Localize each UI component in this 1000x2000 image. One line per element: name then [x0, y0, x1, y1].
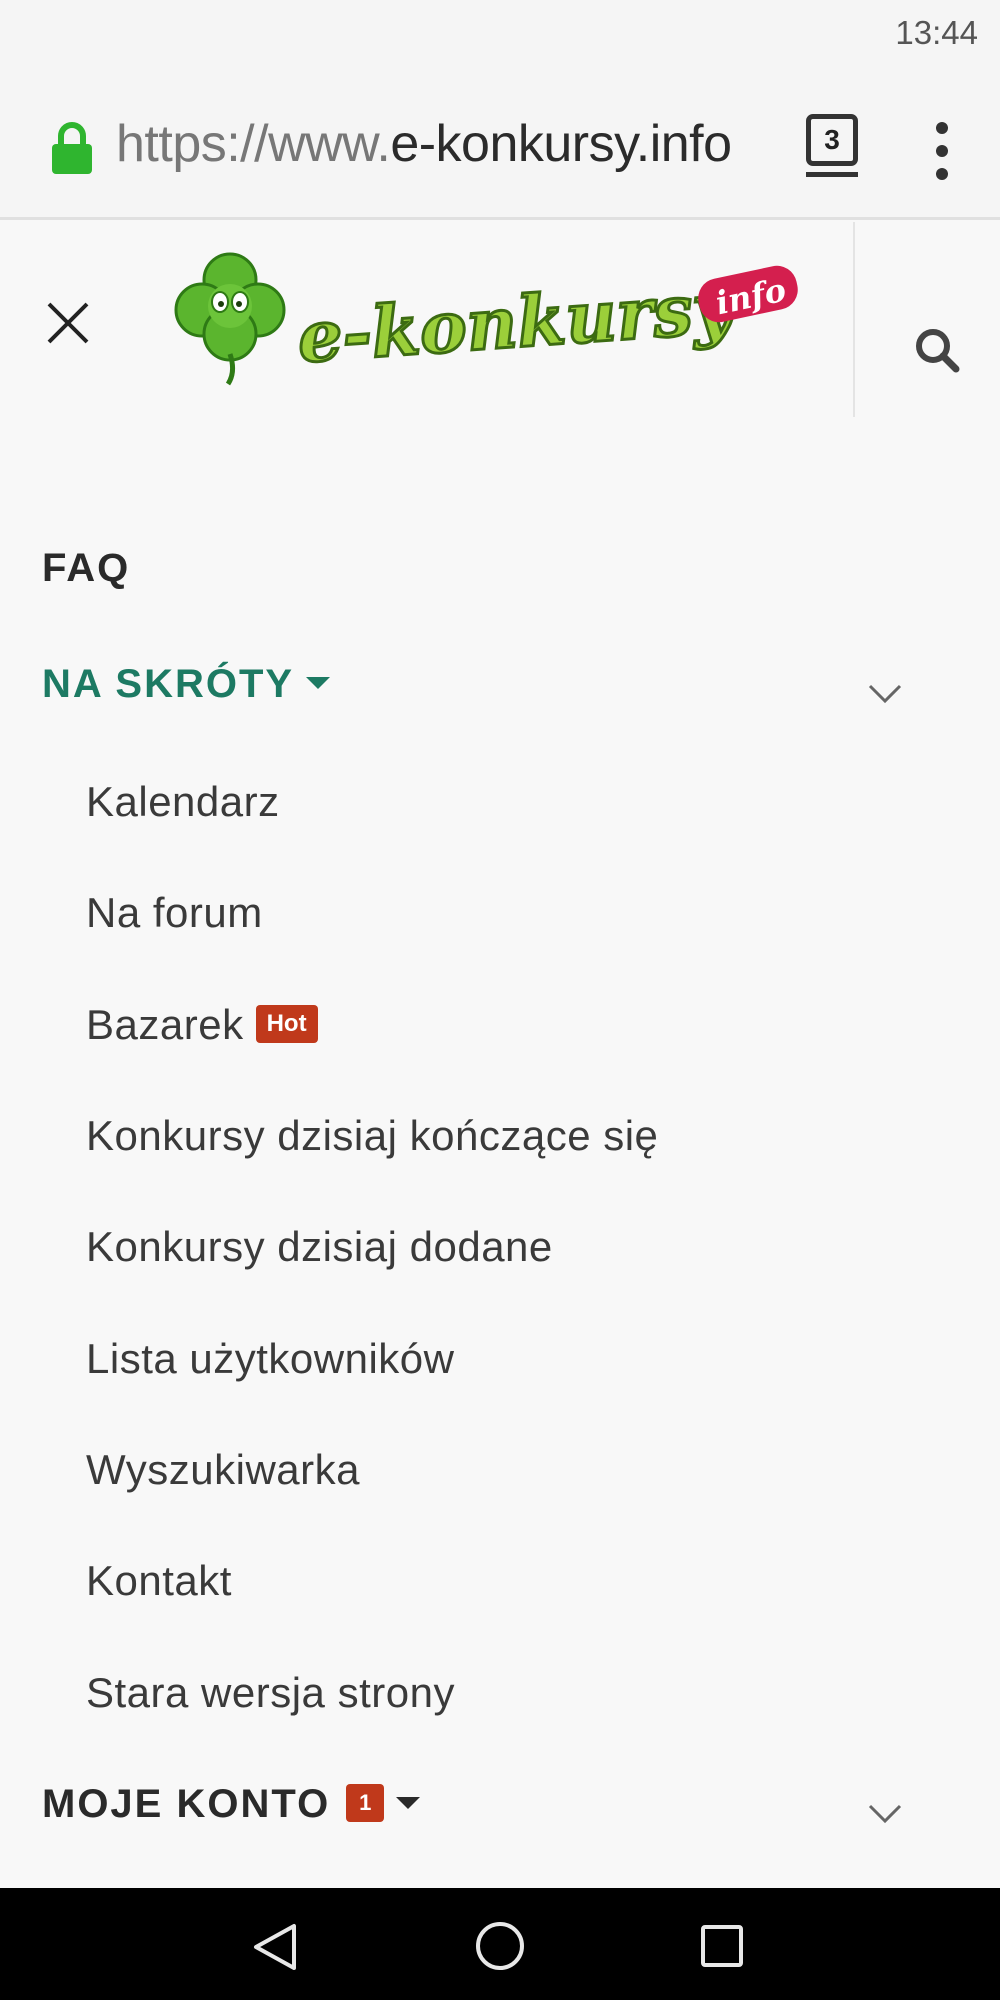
svg-text:e-konkursy: e-konkursy [295, 265, 740, 379]
submenu-item-stara-wersja[interactable]: Stara wersja strony [86, 1669, 455, 1717]
menu-item-na-skroty[interactable]: NA SKRÓTY [42, 662, 331, 707]
submenu-item-konkursy-konczace[interactable]: Konkursy dzisiaj kończące się [86, 1112, 658, 1160]
site-header: e-konkursy info [0, 222, 1000, 417]
overflow-menu-icon[interactable] [926, 120, 958, 182]
submenu-item-wyszukiwarka[interactable]: Wyszukiwarka [86, 1446, 360, 1494]
clover-icon [174, 252, 286, 386]
system-nav-bar [0, 1888, 1000, 2000]
submenu-item-lista-uzytkownikow[interactable]: Lista użytkowników [86, 1335, 454, 1383]
recents-icon[interactable] [700, 1924, 744, 1968]
menu-item-moje-konto[interactable]: MOJE KONTO 1 [42, 1782, 421, 1827]
header-divider [853, 222, 855, 417]
hot-badge: Hot [255, 1004, 318, 1043]
submenu-item-konkursy-dodane[interactable]: Konkursy dzisiaj dodane [86, 1223, 553, 1271]
submenu-item-label: Bazarek [86, 1001, 244, 1048]
tab-count: 3 [824, 124, 840, 155]
caret-down-icon [396, 1797, 421, 1810]
status-bar: 13:44 [0, 0, 1000, 70]
url-field[interactable]: https://www.e-konkursy.info [116, 114, 732, 174]
url-host: e-konkursy.info [390, 115, 732, 173]
submenu-item-bazarek[interactable]: Bazarek Hot [86, 1001, 318, 1049]
submenu-item-na-forum[interactable]: Na forum [86, 889, 263, 937]
menu-item-label: MOJE KONTO [42, 1782, 331, 1826]
close-icon[interactable] [45, 300, 91, 346]
status-time: 13:44 [895, 14, 978, 51]
back-icon[interactable] [252, 1922, 298, 1972]
site-logo[interactable]: e-konkursy info [170, 242, 820, 392]
home-icon[interactable] [474, 1920, 526, 1972]
tab-switcher-underline [806, 172, 858, 177]
chevron-down-icon[interactable] [866, 682, 904, 706]
submenu-item-kalendarz[interactable]: Kalendarz [86, 778, 280, 826]
notification-badge: 1 [346, 1784, 385, 1823]
search-icon[interactable] [914, 327, 960, 373]
tab-switcher-button[interactable]: 3 [806, 114, 858, 166]
chevron-down-icon[interactable] [866, 1802, 904, 1826]
submenu-item-kontakt[interactable]: Kontakt [86, 1557, 232, 1605]
menu-item-label: NA SKRÓTY [42, 662, 295, 706]
caret-down-icon [306, 677, 331, 690]
browser-toolbar: https://www.e-konkursy.info 3 [0, 70, 1000, 220]
menu-item-faq[interactable]: FAQ [42, 546, 130, 591]
lock-icon [52, 122, 92, 174]
url-scheme: https://www. [116, 115, 391, 173]
